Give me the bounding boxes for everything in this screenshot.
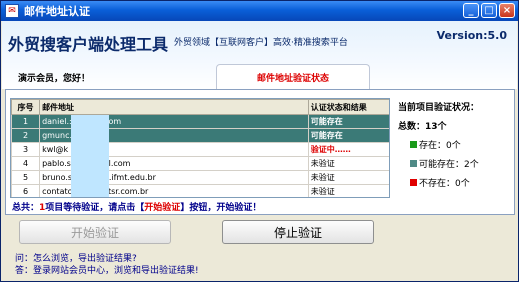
row-index: 3 xyxy=(11,142,41,157)
table-row[interactable]: 3 kwl@k 验证中…… xyxy=(11,142,389,157)
tab-verify-status[interactable]: 邮件地址验证状态 xyxy=(216,64,370,89)
table-row[interactable]: 1daniel.:.....mail.com可能存在 xyxy=(11,114,389,129)
close-button[interactable]: × xyxy=(499,3,515,18)
email-verify-window: ✉ 邮件地址认证 _ □ × 外贸搜客户端处理工具 外贸领域【互联网客户】高效·… xyxy=(0,0,519,282)
row-status: 未验证 xyxy=(307,156,389,171)
legend-label-not-exists: 不存在：0个 xyxy=(419,179,470,189)
legend-label-possible: 可能存在：2个 xyxy=(419,160,479,170)
table-header-row: 序号 邮件地址 认证状态和结果 xyxy=(11,99,389,115)
legend-swatch-exists xyxy=(410,141,417,148)
title-bar[interactable]: ✉ 邮件地址认证 _ □ × xyxy=(1,1,518,21)
legend-label-exists: 存在：0个 xyxy=(419,141,461,151)
row-status: 可能存在 xyxy=(307,114,389,129)
mail-icon: ✉ xyxy=(5,4,19,18)
table-row[interactable]: 4pablo.s.........mail.com未验证 xyxy=(11,156,389,171)
stats-total: 总数：13个 xyxy=(398,122,447,132)
faq-answer[interactable]: 答：登录网站会员中心，浏览和导出验证结果! xyxy=(15,263,199,276)
column-header-email[interactable]: 邮件地址 xyxy=(39,99,309,115)
email-table[interactable]: 序号 邮件地址 认证状态和结果 1daniel.:.....mail.com可能… xyxy=(10,98,390,198)
legend-possible: 可能存在：2个 xyxy=(410,157,512,170)
summary-text: 总共：1项目等待验证，请点击【开始验证】按钮，开始验证！ xyxy=(12,200,261,213)
legend-swatch-possible xyxy=(410,160,417,167)
summary-middle: 项目等待验证，请点击【 xyxy=(45,203,145,213)
version-label: Version:5.0 xyxy=(436,29,507,42)
row-index: 5 xyxy=(11,170,41,185)
stop-verify-button[interactable]: 停止验证 xyxy=(222,220,374,244)
legend-swatch-not-exists xyxy=(410,179,417,186)
legend-exists: 存在：0个 xyxy=(410,138,512,151)
row-index: 6 xyxy=(11,184,41,197)
row-status: 验证中…… xyxy=(307,142,389,157)
row-index: 1 xyxy=(11,114,41,129)
window-title: 邮件地址认证 xyxy=(24,5,90,18)
maximize-button[interactable]: □ xyxy=(481,3,497,18)
content-panel: 序号 邮件地址 认证状态和结果 1daniel.:.....mail.com可能… xyxy=(5,89,515,215)
summary-suffix: 】按钮，开始验证！ xyxy=(180,203,262,213)
row-index: 4 xyxy=(11,156,41,171)
summary-action: 开始验证 xyxy=(144,203,181,213)
stats-title: 当前项目验证状况： xyxy=(398,103,480,113)
row-index: 2 xyxy=(11,128,41,143)
summary-prefix: 总共： xyxy=(12,203,40,213)
row-status: 可能存在 xyxy=(307,128,389,143)
column-header-status[interactable]: 认证状态和结果 xyxy=(307,99,389,115)
row-status: 未验证 xyxy=(307,184,389,197)
legend-not-exists: 不存在：0个 xyxy=(410,176,512,189)
table-row[interactable]: 2gmunc..... .com可能存在 xyxy=(11,128,389,143)
stats-panel: 当前项目验证状况： 总数：13个 存在：0个 可能存在：2个 不存在：0个 xyxy=(398,100,512,189)
header-banner: 外贸搜客户端处理工具 外贸领域【互联网客户】高效·精准搜索平台 Version:… xyxy=(2,21,517,89)
user-greeting: 演示会员，您好！ xyxy=(18,74,91,84)
app-slogan: 外贸领域【互联网客户】高效·精准搜索平台 xyxy=(174,38,348,48)
start-verify-button[interactable]: 开始验证 xyxy=(19,220,171,244)
minimize-button[interactable]: _ xyxy=(463,3,479,18)
redaction-overlay xyxy=(71,115,109,197)
row-status: 未验证 xyxy=(307,170,389,185)
app-title: 外贸搜客户端处理工具 xyxy=(8,35,169,54)
column-header-index[interactable]: 序号 xyxy=(11,99,41,115)
table-row[interactable]: 6contato............ntsr.com.br未验证 xyxy=(11,184,389,197)
table-row[interactable]: 5bruno.s..........cfs.ifmt.edu.br未验证 xyxy=(11,170,389,185)
